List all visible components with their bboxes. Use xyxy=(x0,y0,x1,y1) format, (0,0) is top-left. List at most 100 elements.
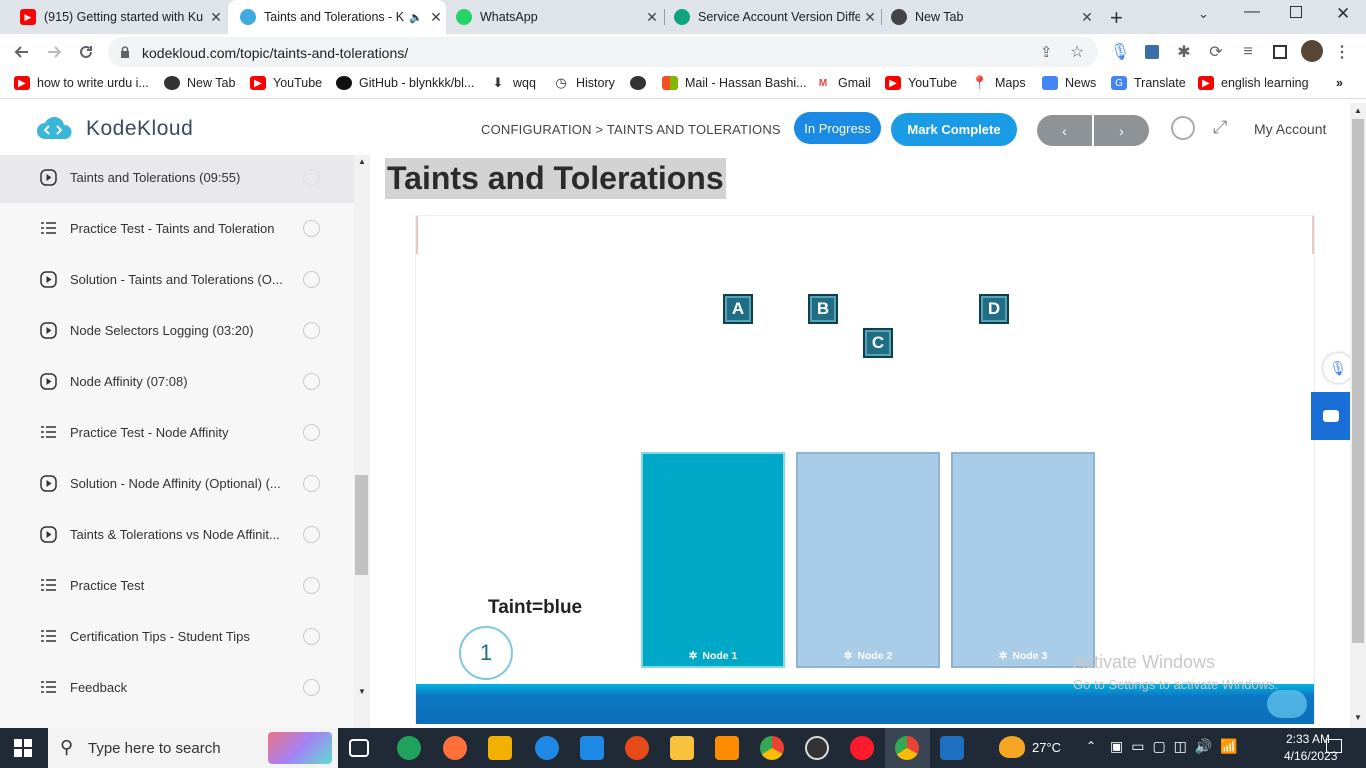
lesson-item[interactable]: Solution - Taints and Tolerations (O... xyxy=(0,254,354,305)
lock-icon[interactable] xyxy=(120,45,130,58)
bookmark-item[interactable]: G Translate xyxy=(1111,76,1186,90)
tray-chevron-icon[interactable]: ⌃ xyxy=(1086,739,1096,753)
window-close-icon[interactable]: ✕ xyxy=(1336,4,1350,24)
back-arrow-icon[interactable] xyxy=(12,42,32,62)
chat-widget-button[interactable] xyxy=(1311,392,1350,440)
sync-icon[interactable]: ⟳ xyxy=(1206,42,1226,62)
close-icon[interactable]: ✕ xyxy=(206,9,226,26)
fullscreen-expand-icon[interactable]: ⤢ xyxy=(1213,117,1227,138)
skype-icon[interactable] xyxy=(535,736,559,760)
completion-circle[interactable] xyxy=(303,679,320,696)
bookmark-item[interactable]: 📍 Maps xyxy=(972,75,1026,90)
dark-mode-moon-icon[interactable] xyxy=(1171,116,1195,140)
scroll-up-arrow-icon[interactable]: ▲ xyxy=(1354,106,1362,115)
share-icon[interactable]: ⇪ xyxy=(1040,43,1053,61)
completion-circle[interactable] xyxy=(303,628,320,645)
tab-service-account[interactable]: Service Account Version Diffe ✕ xyxy=(666,0,880,34)
completion-circle[interactable] xyxy=(303,169,320,186)
minimize-icon[interactable]: — xyxy=(1244,3,1260,21)
completion-circle[interactable] xyxy=(303,373,320,390)
chrome-icon[interactable] xyxy=(760,736,784,760)
lesson-item[interactable]: Solution - Node Affinity (Optional) (... xyxy=(0,458,354,509)
lesson-item[interactable]: Practice Test - Taints and Toleration xyxy=(0,203,354,254)
forward-arrow-icon[interactable] xyxy=(44,42,64,62)
close-icon[interactable]: ✕ xyxy=(1077,9,1097,26)
bookmark-item[interactable]: ▶ YouTube xyxy=(250,76,322,90)
speaker-icon[interactable]: 🔈 xyxy=(406,11,426,24)
tab-new-tab[interactable]: New Tab ✕ xyxy=(883,0,1097,34)
settings-gear-icon[interactable] xyxy=(715,736,739,760)
completion-circle[interactable] xyxy=(303,526,320,543)
windows-start-icon[interactable] xyxy=(14,739,32,757)
scroll-thumb[interactable] xyxy=(1352,119,1364,643)
download-extension-icon[interactable] xyxy=(1142,42,1162,62)
close-icon[interactable]: ✕ xyxy=(860,9,880,26)
url-text[interactable]: kodekloud.com/topic/taints-and-toleratio… xyxy=(142,45,408,61)
my-account-link[interactable]: My Account xyxy=(1254,121,1326,137)
lesson-item[interactable]: Practice Test xyxy=(0,560,354,611)
completion-circle[interactable] xyxy=(303,577,320,594)
bookmark-item[interactable]: GitHub - blynkkk/bl... xyxy=(336,76,474,90)
new-tab-plus-icon[interactable]: + xyxy=(1110,5,1123,31)
microphone-icon[interactable]: 🎙 xyxy=(1110,42,1130,62)
tray-icons[interactable]: ▣▭▢◫🔊📶 xyxy=(1110,738,1246,755)
lesson-item[interactable]: Taints and Tolerations (09:55) xyxy=(0,155,354,203)
extensions-puzzle-icon[interactable]: ✱ xyxy=(1174,42,1194,62)
snail-app-icon[interactable] xyxy=(625,736,649,760)
tab-youtube[interactable]: ▶ (915) Getting started with Ku ✕ xyxy=(0,0,226,34)
lesson-item[interactable]: Certification Tips - Student Tips xyxy=(0,611,354,662)
mark-complete-button[interactable]: Mark Complete xyxy=(891,113,1017,146)
completion-circle[interactable] xyxy=(303,271,320,288)
edge-icon[interactable] xyxy=(397,736,421,760)
lesson-item[interactable]: Practice Test - Node Affinity xyxy=(0,407,354,458)
weather-icon[interactable] xyxy=(999,736,1025,758)
profile-avatar[interactable] xyxy=(1301,40,1323,62)
bookmark-item[interactable]: ▶ english learning xyxy=(1198,76,1309,90)
task-view-icon[interactable] xyxy=(349,739,369,757)
voice-assistant-microphone-icon[interactable]: 🎙 xyxy=(1323,353,1353,383)
scroll-thumb[interactable] xyxy=(355,475,368,575)
lesson-item[interactable]: Taints & Tolerations vs Node Affinit... xyxy=(0,509,354,560)
chrome-active-icon[interactable] xyxy=(895,736,919,760)
video-player[interactable]: A B C D ✲ Node 1 ✲ Node 2 ✲ Node 3 Taint=bl… xyxy=(415,215,1315,724)
bookmark-item[interactable]: M Gmail xyxy=(815,76,871,90)
status-badge[interactable]: In Progress xyxy=(794,112,881,144)
bookmarks-overflow-icon[interactable]: » xyxy=(1336,76,1343,90)
close-icon[interactable]: ✕ xyxy=(426,9,446,26)
kodekloud-logo-icon[interactable] xyxy=(35,115,75,143)
bookmark-item[interactable]: Mail - Hassan Bashi... xyxy=(662,76,807,90)
firefox-icon[interactable] xyxy=(443,736,467,760)
bookmark-star-icon[interactable]: ☆ xyxy=(1070,42,1084,62)
completion-circle[interactable] xyxy=(303,322,320,339)
notification-icon[interactable] xyxy=(1326,739,1342,753)
weather-temperature[interactable]: 27°C xyxy=(1032,740,1061,755)
previous-lesson-button[interactable]: ‹ xyxy=(1037,115,1092,146)
obs-icon[interactable] xyxy=(805,736,829,760)
file-explorer-icon[interactable] xyxy=(670,736,694,760)
page-scrollbar[interactable]: ▲ ▼ xyxy=(1350,103,1366,728)
sidebar-scrollbar[interactable]: ▲ ▼ xyxy=(354,155,370,728)
clock-time[interactable]: 2:33 AM xyxy=(1286,732,1330,746)
mail-icon[interactable] xyxy=(580,736,604,760)
bookmark-item[interactable]: ⬇ wqq xyxy=(490,75,536,90)
photos-icon[interactable] xyxy=(940,736,964,760)
bookmark-item[interactable]: ▶ how to write urdu i... xyxy=(14,76,149,90)
lesson-item[interactable]: Node Selectors Logging (03:20) xyxy=(0,305,354,356)
scroll-down-arrow-icon[interactable]: ▼ xyxy=(358,687,366,696)
reload-icon[interactable] xyxy=(76,42,96,62)
close-icon[interactable]: ✕ xyxy=(642,9,662,26)
taskbar-search-box[interactable]: ⚲ Type here to search xyxy=(48,728,338,768)
completion-circle[interactable] xyxy=(303,424,320,441)
bookmark-item[interactable]: ▶ YouTube xyxy=(885,76,957,90)
lesson-item[interactable]: Feedback xyxy=(0,662,354,713)
bookmark-item[interactable]: New Tab xyxy=(164,76,235,90)
menu-kebab-icon[interactable]: ⋮ xyxy=(1332,42,1352,62)
next-lesson-button[interactable]: › xyxy=(1094,115,1149,146)
restore-icon[interactable] xyxy=(1290,6,1302,18)
tab-whatsapp[interactable]: WhatsApp ✕ xyxy=(448,0,662,34)
address-bar[interactable]: kodekloud.com/topic/taints-and-toleratio… xyxy=(108,37,1098,67)
completion-circle[interactable] xyxy=(303,475,320,492)
completion-circle[interactable] xyxy=(303,220,320,237)
reading-list-icon[interactable]: ≡ xyxy=(1238,42,1258,62)
tab-search-chevron-icon[interactable]: ⌄ xyxy=(1198,6,1209,22)
